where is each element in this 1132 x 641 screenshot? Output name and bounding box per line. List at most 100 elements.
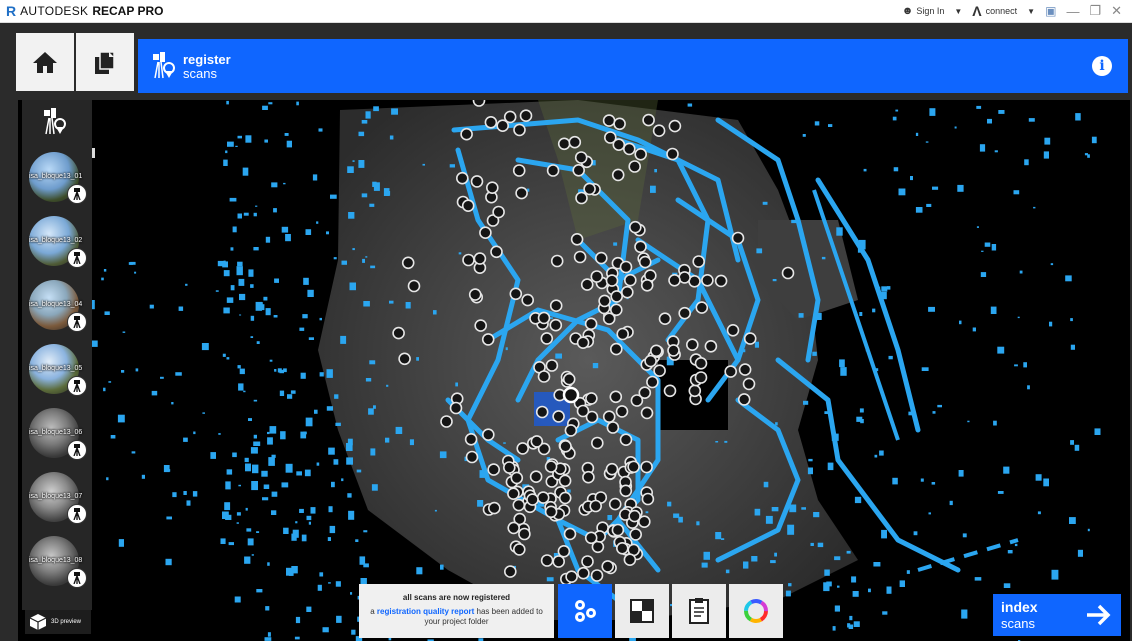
scan-location-marker[interactable] <box>582 470 595 484</box>
scan-location-marker[interactable] <box>606 421 620 434</box>
scan-location-marker[interactable] <box>487 463 501 476</box>
scan-location-marker[interactable] <box>526 493 539 506</box>
scan-location-marker[interactable] <box>570 233 584 246</box>
connect-dropdown-icon[interactable]: ▼ <box>1027 7 1035 16</box>
color-mode-button[interactable] <box>729 584 783 638</box>
scan-location-marker[interactable] <box>537 370 551 383</box>
scan-location-marker[interactable] <box>512 164 526 177</box>
scan-location-marker[interactable] <box>743 332 757 345</box>
scan-location-marker[interactable] <box>572 164 586 177</box>
scan-item[interactable]: isa_bloque13_04 <box>29 280 87 335</box>
scan-location-marker[interactable] <box>610 290 624 303</box>
scan-location-marker[interactable] <box>512 498 526 512</box>
scan-location-marker[interactable] <box>609 342 623 356</box>
scan-location-marker[interactable] <box>609 390 623 404</box>
scan-location-marker[interactable] <box>521 293 535 307</box>
scan-location-marker[interactable] <box>781 266 795 280</box>
scan-location-marker[interactable] <box>536 491 550 504</box>
scan-location-marker[interactable] <box>407 279 421 293</box>
scan-location-marker[interactable] <box>623 273 637 287</box>
scan-location-marker[interactable] <box>518 527 531 541</box>
scan-location-marker[interactable] <box>640 279 654 292</box>
scan-location-marker[interactable] <box>634 147 648 161</box>
scan-location-marker[interactable] <box>515 186 528 200</box>
scan-location-marker[interactable] <box>704 340 718 353</box>
scan-location-marker[interactable] <box>649 344 663 358</box>
scan-location-marker[interactable] <box>658 312 672 325</box>
scan-location-marker[interactable] <box>638 255 652 269</box>
scan-location-marker[interactable] <box>546 164 560 177</box>
scan-location-marker[interactable] <box>558 474 572 488</box>
account-dropdown-icon[interactable]: ▼ <box>954 7 962 16</box>
scan-location-marker[interactable] <box>473 252 487 265</box>
scan-location-marker[interactable] <box>472 100 486 107</box>
scan-location-marker[interactable] <box>663 384 677 398</box>
scan-location-marker[interactable] <box>544 460 558 473</box>
scan-location-marker[interactable] <box>516 442 530 455</box>
scan-location-marker[interactable] <box>731 231 745 245</box>
scan-location-marker[interactable] <box>503 565 517 578</box>
point-cloud-viewport[interactable] <box>18 100 1130 641</box>
restore-button[interactable]: ❐ <box>1089 3 1101 19</box>
scan-location-marker[interactable] <box>535 405 549 419</box>
scan-location-marker[interactable] <box>464 432 478 446</box>
scan-location-marker[interactable] <box>573 250 587 264</box>
scan-location-marker[interactable] <box>581 555 594 568</box>
scan-location-marker[interactable] <box>550 254 564 268</box>
scan-location-marker[interactable] <box>601 560 615 573</box>
scan-location-marker[interactable] <box>519 109 533 122</box>
index-scans-button[interactable]: index scans <box>993 594 1121 636</box>
scan-location-marker[interactable] <box>590 270 604 283</box>
scan-location-marker[interactable] <box>509 287 523 301</box>
scan-location-marker[interactable] <box>602 312 616 325</box>
scan-location-marker[interactable] <box>602 114 616 127</box>
scan-location-marker[interactable] <box>628 220 642 234</box>
scan-location-marker[interactable] <box>487 501 501 515</box>
scan-location-marker[interactable] <box>576 404 590 418</box>
scan-location-marker[interactable] <box>455 171 469 185</box>
scan-location-marker[interactable] <box>510 471 524 485</box>
scan-location-marker[interactable] <box>465 450 479 464</box>
scan-location-marker[interactable] <box>559 439 572 453</box>
home-button[interactable] <box>16 33 74 91</box>
scan-location-marker[interactable] <box>695 301 709 314</box>
scan-location-marker[interactable] <box>513 123 526 137</box>
scan-location-marker[interactable] <box>479 226 492 239</box>
report-button[interactable] <box>672 584 726 638</box>
scan-location-marker[interactable] <box>563 527 577 541</box>
scan-location-marker[interactable] <box>549 318 563 332</box>
scan-location-marker[interactable] <box>585 392 598 405</box>
scan-location-marker[interactable] <box>611 168 625 182</box>
checkerboard-toggle-button[interactable] <box>615 584 669 638</box>
scan-location-marker[interactable] <box>678 306 692 320</box>
scan-location-marker[interactable] <box>544 505 558 519</box>
scan-location-marker[interactable] <box>668 274 681 287</box>
scan-location-marker[interactable] <box>615 405 629 418</box>
scan-location-marker[interactable] <box>653 364 666 378</box>
scan-location-marker[interactable] <box>652 124 666 138</box>
scan-location-marker[interactable] <box>678 271 691 284</box>
scan-location-marker[interactable] <box>398 352 411 366</box>
scan-location-marker[interactable] <box>622 142 636 156</box>
scan-location-marker[interactable] <box>484 115 498 129</box>
scan-location-marker[interactable] <box>667 344 680 357</box>
scan-location-marker[interactable] <box>481 428 495 442</box>
3d-preview-button[interactable]: 3D preview <box>25 610 91 634</box>
scan-location-marker[interactable] <box>603 131 617 144</box>
scan-location-marker[interactable] <box>468 288 482 301</box>
selected-scan-marker[interactable] <box>562 386 580 404</box>
scan-location-marker[interactable] <box>545 359 559 372</box>
scan-location-marker[interactable] <box>737 393 751 406</box>
scan-location-marker[interactable] <box>462 253 475 267</box>
scan-location-marker[interactable] <box>583 182 596 196</box>
info-button[interactable]: i <box>1092 56 1112 76</box>
scan-locations-toggle-button[interactable] <box>558 584 612 638</box>
scan-location-marker[interactable] <box>496 119 510 133</box>
scan-location-marker[interactable] <box>540 554 554 567</box>
scan-location-marker[interactable] <box>564 424 578 437</box>
scan-location-marker[interactable] <box>575 191 588 205</box>
scan-location-marker[interactable] <box>552 410 565 423</box>
chat-icon[interactable]: ▣ <box>1045 4 1056 18</box>
scan-location-marker[interactable] <box>694 356 708 370</box>
scan-location-marker[interactable] <box>557 544 571 558</box>
